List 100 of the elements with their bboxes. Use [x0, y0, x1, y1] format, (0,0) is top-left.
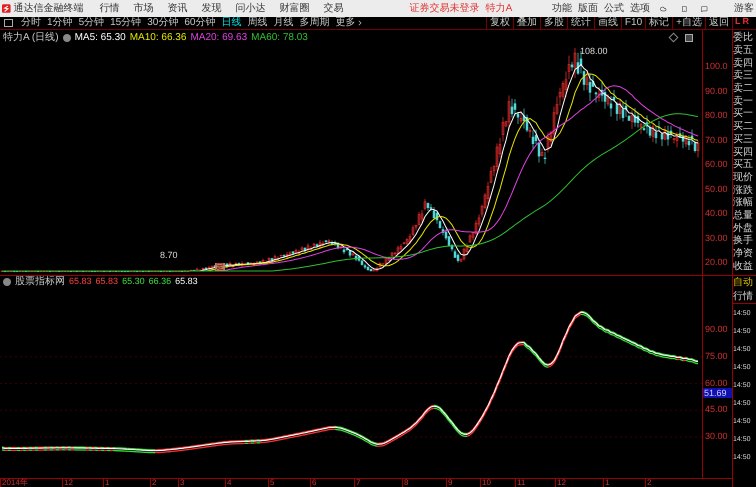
date-axis-label: 12 [62, 479, 73, 487]
tool-button[interactable]: 多股 [540, 16, 567, 30]
period-tab[interactable]: 多周期 [296, 18, 332, 28]
price-axis-label: 70.00 [704, 134, 729, 147]
quote-label: 委比 [733, 32, 754, 44]
date-axis-label: 2 [645, 479, 652, 487]
indicator-value: 65.30 [122, 274, 145, 288]
quote-label: 净资 [733, 248, 754, 260]
period-tab[interactable]: 15分钟 [107, 18, 144, 28]
tool-button[interactable]: 复权 [486, 16, 513, 30]
auto-mode-label[interactable]: 自动 [733, 276, 756, 290]
menu-item[interactable]: 公式 [604, 4, 624, 14]
indicator-axis-label: 75.00 [704, 350, 729, 361]
date-axis-label: 10 [480, 479, 491, 487]
indicator-value: 65.83 [175, 274, 198, 288]
period-tab[interactable]: 周线 [244, 18, 270, 28]
user-name[interactable]: 游客 [734, 4, 754, 14]
tool-button[interactable]: 叠加 [512, 16, 540, 30]
indicator-value: 65.83 [69, 274, 92, 288]
menu-item[interactable]: 发现 [202, 4, 222, 14]
period-tab[interactable]: 分时 [18, 18, 44, 28]
menu-item[interactable]: 财富圈 [280, 4, 310, 14]
price-axis-label: 100.0 [704, 60, 729, 74]
tool-button[interactable]: +自选 [672, 16, 705, 30]
event-marker[interactable]: 定 [215, 263, 225, 271]
date-axis-label: 1 [103, 479, 110, 487]
quote-label: 涨幅 [733, 196, 754, 210]
quote-label: 换手 [733, 235, 754, 248]
date-axis-label: 8 [402, 479, 408, 487]
indicator-title: 股票指标网 [15, 274, 65, 289]
date-axis-label: 7 [354, 479, 360, 487]
quote-label: 涨跌 [733, 184, 754, 196]
indicator-axis-label: 90.00 [704, 324, 729, 334]
quote-label: 外盘 [733, 222, 754, 234]
indicator-value: 66.36 [148, 274, 172, 288]
period-tab[interactable]: 日线 [218, 18, 244, 28]
date-axis-label: 6 [310, 479, 316, 487]
indicator-value: 65.83 [96, 274, 118, 288]
price-axis-label: 20.00 [704, 256, 729, 269]
corner-mark: R [742, 16, 749, 26]
date-axis-label: 12 [555, 479, 566, 487]
quote-label: 买三 [733, 134, 754, 146]
price-axis-label: 50.00 [704, 182, 729, 196]
price-axis-label: 60.00 [704, 158, 729, 172]
tool-button[interactable]: 返回 [705, 16, 732, 30]
indicator-axis-label: 30.00 [704, 431, 729, 442]
date-axis-label: 4 [225, 479, 232, 487]
menu-item[interactable]: 交易 [324, 4, 344, 14]
menu-item[interactable]: 市场 [134, 4, 154, 14]
period-tab[interactable]: 更多 [332, 18, 366, 28]
corner-mark: L [735, 16, 740, 26]
date-axis-label: 1 [603, 479, 610, 487]
chart-title: 特力A (日线) [3, 30, 59, 45]
price-axis-label: 80.00 [704, 109, 729, 122]
period-tab[interactable]: 60分钟 [181, 18, 218, 28]
tool-button[interactable]: 统计 [566, 16, 594, 30]
menu-item[interactable]: 功能 [552, 4, 572, 14]
quote-label: 买一 [733, 108, 754, 121]
date-axis-label: 2014年 [0, 479, 28, 487]
tool-button[interactable]: F10 [620, 16, 646, 30]
quote-label: 卖一 [733, 95, 754, 108]
quote-label: 卖二 [733, 82, 754, 96]
app-name: 通达信金融终端 [14, 4, 84, 14]
price-axis-label: 30.00 [704, 232, 729, 245]
indicator-axis-label: 45.00 [704, 404, 729, 414]
period-tab[interactable]: 月线 [270, 18, 296, 28]
date-axis-label: 5 [268, 479, 274, 487]
quote-tab[interactable]: 行情 [733, 290, 756, 304]
low-price-label: 8.70 [160, 251, 178, 260]
date-axis-label: 2 [150, 479, 156, 487]
period-tab[interactable]: 1分钟 [44, 18, 76, 28]
menu-item[interactable]: 版面 [578, 4, 598, 14]
quote-label: 买二 [733, 120, 754, 134]
quote-label: 买五 [733, 158, 754, 172]
price-axis-label: 40.00 [704, 207, 729, 220]
indicator-axis-label: 60.00 [704, 378, 729, 388]
tool-button[interactable]: 画线 [594, 16, 621, 30]
menu-item[interactable]: 行情 [100, 4, 120, 14]
menu-item[interactable]: 资讯 [168, 4, 188, 14]
price-axis-label: 90.00 [704, 84, 729, 98]
period-tab[interactable]: 30分钟 [144, 18, 182, 28]
high-price-label: 108.00 [580, 45, 608, 58]
quote-label: 卖三 [733, 70, 754, 82]
quote-label: 买四 [733, 146, 754, 159]
menu-item[interactable]: 选项 [630, 4, 650, 14]
quote-label: 现价 [733, 172, 754, 184]
current-value-label: 51.69 [703, 388, 732, 398]
tool-button[interactable]: 标记 [645, 16, 672, 30]
menu-item[interactable]: 问小达 [236, 4, 266, 14]
ma-value: MA10: 66.36 [130, 31, 186, 45]
quote-label: 卖四 [733, 57, 754, 70]
quote-label: 卖五 [733, 44, 754, 58]
stock-name: 特力A [486, 4, 512, 14]
login-status[interactable]: 证券交易未登录 [410, 4, 480, 14]
date-axis-label: 3 [178, 479, 184, 487]
ma-value: MA5: 65.30 [74, 31, 126, 45]
date-axis-label: 11 [515, 479, 526, 487]
period-tab[interactable]: 5分钟 [76, 18, 108, 28]
quote-label: 收益 [733, 260, 754, 274]
date-axis-label: 9 [446, 479, 452, 487]
